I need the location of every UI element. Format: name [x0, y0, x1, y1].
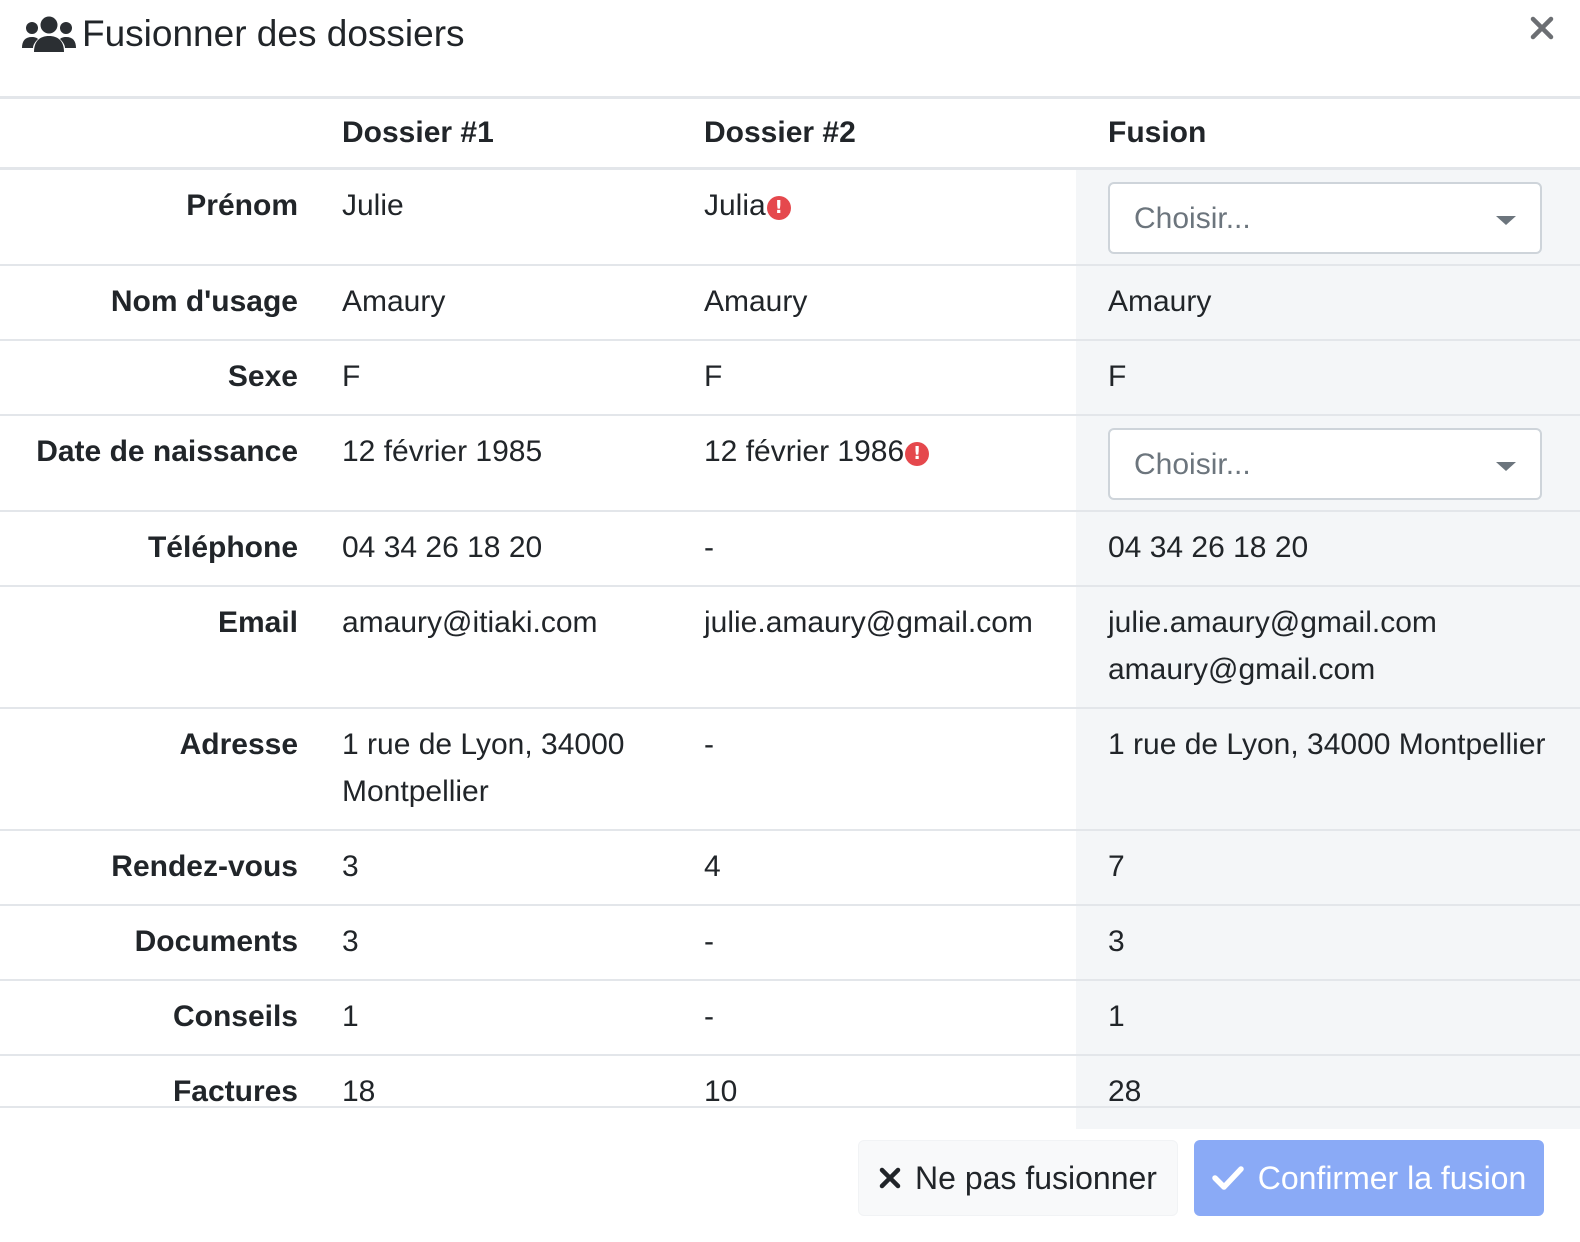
row-label: Nom d'usage — [110, 285, 298, 318]
fusion-value: julie.amaury@gmail.com — [1108, 606, 1437, 639]
row-documents: Documents 3 - 3 — [0, 905, 1580, 980]
warning-icon: ! — [905, 442, 930, 466]
dossier-2-value: 4 — [704, 850, 721, 883]
fusion-value: 3 — [1076, 905, 1580, 980]
fusion-cell: Choisir... — [1076, 168, 1580, 265]
dossier-1-value: 3 — [342, 925, 359, 958]
dossier-2-value: - — [704, 1000, 714, 1033]
row-label: Date de naissance — [36, 435, 298, 468]
modal-title-text: Fusionner des dossiers — [82, 13, 465, 54]
close-icon[interactable] — [1530, 16, 1554, 45]
dossier-2-value: julie.amaury@gmail.com — [704, 606, 1033, 639]
row-label: Adresse — [179, 728, 298, 761]
row-label: Sexe — [227, 360, 298, 393]
header-fusion: Fusion — [1108, 116, 1207, 149]
dossier-2-value: Julia — [704, 189, 766, 222]
row-telephone: Téléphone 04 34 26 18 20 - 04 34 26 18 2… — [0, 511, 1580, 586]
select-placeholder: Choisir... — [1134, 201, 1251, 235]
dossier-2-value: - — [704, 531, 714, 564]
confirm-merge-label: Confirmer la fusion — [1257, 1159, 1527, 1196]
fusion-value: 04 34 26 18 20 — [1076, 511, 1580, 586]
warning-icon: ! — [766, 196, 791, 220]
fusion-cell: julie.amaury@gmail.com amaury@gmail.com — [1076, 586, 1580, 708]
row-label: Prénom — [186, 189, 298, 222]
times-icon — [879, 1167, 901, 1189]
select-placeholder: Choisir... — [1134, 447, 1251, 481]
prenom-select[interactable]: Choisir... — [1108, 182, 1542, 254]
fusion-value: 1 — [1076, 980, 1580, 1055]
merge-table: Dossier #1 Dossier #2 Fusion Prénom Juli… — [0, 99, 1580, 1129]
dossier-2-value: - — [704, 925, 714, 958]
row-adresse: Adresse 1 rue de Lyon, 34000 Montpellier… — [0, 708, 1580, 830]
header-label — [0, 99, 330, 169]
dossier-2-value: Amaury — [704, 285, 808, 318]
cancel-merge-label: Ne pas fusionner — [915, 1159, 1157, 1196]
dossier-1-value: Montpellier — [342, 775, 489, 808]
fusion-value: Amaury — [1076, 265, 1580, 340]
merge-dialog: Fusionner des dossiers Dossier #1 Dossie… — [0, 0, 1580, 1240]
fusion-value: 1 rue de Lyon, 34000 Montpellier — [1076, 708, 1580, 830]
fusion-value: 7 — [1076, 830, 1580, 905]
dossier-1-value: 12 février 1985 — [342, 435, 543, 468]
dossier-2-value: - — [704, 728, 714, 761]
fusion-value: amaury@gmail.com — [1108, 653, 1376, 686]
dossier-1-value: 1 rue de Lyon, 34000 — [342, 728, 625, 761]
row-rendez-vous: Rendez-vous 3 4 7 — [0, 830, 1580, 905]
header-dossier-2: Dossier #2 — [704, 116, 856, 149]
row-date-naissance: Date de naissance 12 février 1985 12 fév… — [0, 415, 1580, 511]
row-label: Documents — [134, 925, 298, 958]
modal-title: Fusionner des dossiers — [22, 12, 465, 56]
row-sexe: Sexe F F F — [0, 340, 1580, 415]
dossier-1-value: 04 34 26 18 20 — [342, 531, 543, 564]
modal-footer: Ne pas fusionner Confirmer la fusion — [0, 1106, 1580, 1242]
dossier-1-value: 3 — [342, 850, 359, 883]
fusion-cell: Choisir... — [1076, 415, 1580, 511]
dossier-2-cell: Julia! — [692, 169, 1076, 266]
dossier-2-cell: 12 février 1986! — [692, 415, 1076, 511]
dossier-1-value: Julie — [342, 189, 404, 222]
row-label: Conseils — [172, 1000, 298, 1033]
users-icon — [22, 14, 76, 54]
row-label: Téléphone — [147, 531, 298, 564]
header-dossier-1: Dossier #1 — [342, 116, 494, 149]
dossier-1-value: 1 — [342, 1000, 359, 1033]
fusion-value: F — [1076, 340, 1580, 415]
dossier-1-value: amaury@itiaki.com — [342, 606, 598, 639]
row-nom-usage: Nom d'usage Amaury Amaury Amaury — [0, 265, 1580, 340]
caret-down-icon — [1496, 462, 1516, 471]
confirm-merge-button[interactable]: Confirmer la fusion — [1194, 1140, 1544, 1216]
dossier-1-cell: 1 rue de Lyon, 34000 Montpellier — [330, 708, 692, 830]
close-button[interactable] — [1524, 12, 1560, 48]
row-conseils: Conseils 1 - 1 — [0, 980, 1580, 1055]
caret-down-icon — [1496, 216, 1516, 225]
dossier-2-value: 12 février 1986 — [704, 435, 905, 468]
date-naissance-select[interactable]: Choisir... — [1108, 428, 1542, 500]
modal-header: Fusionner des dossiers — [0, 0, 1580, 99]
row-prenom: Prénom Julie Julia! Choisir... — [0, 168, 1580, 266]
dossier-1-value: F — [342, 360, 361, 393]
dossier-1-value: Amaury — [342, 285, 446, 318]
cancel-merge-button[interactable]: Ne pas fusionner — [858, 1140, 1178, 1216]
check-icon — [1211, 1165, 1244, 1191]
dossier-2-value: F — [704, 360, 723, 393]
row-label: Email — [217, 606, 298, 639]
row-email: Email amaury@itiaki.com julie.amaury@gma… — [0, 586, 1580, 708]
row-label: Rendez-vous — [111, 850, 298, 883]
table-header-row: Dossier #1 Dossier #2 Fusion — [0, 99, 1580, 169]
